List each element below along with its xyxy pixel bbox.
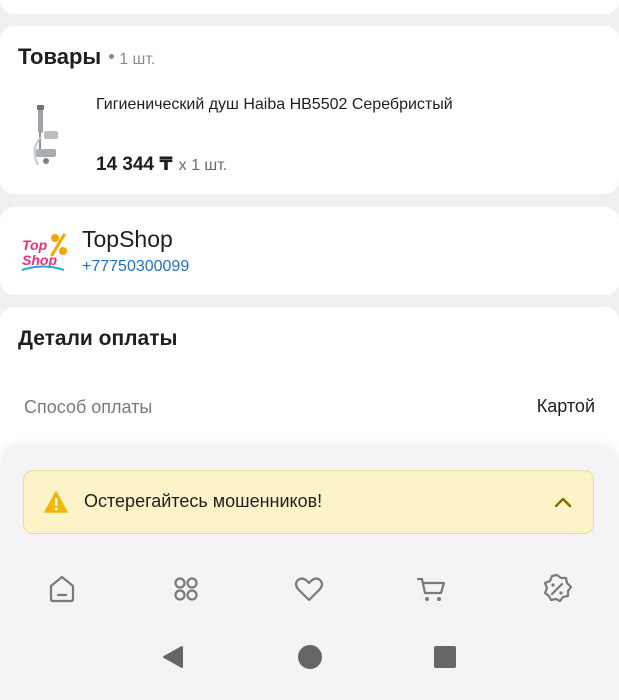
fraud-warning-text: Остерегайтесь мошенников! [84,491,323,511]
system-back-button[interactable] [158,642,188,672]
nav-catalog[interactable] [164,567,208,611]
goods-card: Товары 1 шт. Гигиенический душ Haiba HB55… [0,26,619,194]
bottom-navigation [0,567,619,611]
shop-phone-link[interactable]: +77750300099 [82,258,189,276]
previous-card-edge [0,0,619,14]
payment-method-value: Картой [536,396,595,416]
product-quantity: x 1 шт. [178,157,228,174]
nav-cart[interactable] [410,567,454,611]
payment-details-card: Детали оплаты Способ оплаты Картой [0,307,619,467]
chevron-up-icon[interactable] [553,493,573,511]
goods-section-header: Товары 1 шт. [18,44,155,70]
recents-square-icon [434,646,456,668]
home-circle-icon [298,645,322,669]
product-name[interactable]: Гигиенический душ Haiba HB5502 Серебрист… [96,96,453,114]
nav-home[interactable] [40,567,84,611]
payment-method-label: Способ оплаты [24,397,153,417]
goods-count: 1 шт. [119,51,156,68]
bottom-sheet: Остерегайтесь мошенников! [0,447,619,700]
system-home-button[interactable] [295,642,325,672]
goods-title: Товары [18,44,102,69]
warning-triangle-icon [44,491,68,513]
nav-favorites[interactable] [287,567,331,611]
separator-dot [109,53,115,59]
system-navigation-bar [0,642,619,682]
system-recents-button[interactable] [430,642,460,672]
fraud-warning-banner[interactable]: Остерегайтесь мошенников! [23,470,594,534]
product-thumbnail[interactable] [26,103,66,169]
heart-icon [294,577,324,602]
grid-icon [174,577,198,601]
payment-details-title: Детали оплаты [18,327,178,350]
back-triangle-icon [163,646,183,668]
product-price: 14 344 ₸ [96,154,173,175]
price-row: 14 344 ₸ x 1 шт. [96,153,227,176]
cart-icon [416,577,446,601]
home-icon [49,575,75,603]
nav-promotions[interactable] [535,567,579,611]
shop-logo-text-top: Top [22,237,48,253]
shop-logo: Top Shop [18,227,68,277]
shop-name[interactable]: TopShop [82,226,173,253]
shop-card[interactable]: Top Shop TopShop +77750300099 [0,207,619,295]
discount-badge-icon [543,573,573,603]
